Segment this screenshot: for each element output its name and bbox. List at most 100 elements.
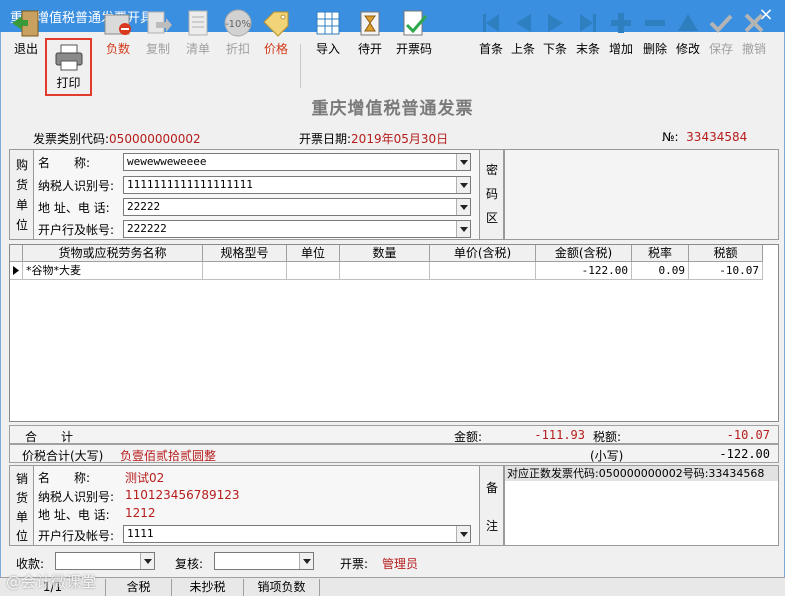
price-tax-total-row: 价税合计(大写) 负壹佰贰拾贰圆整 (小写) -122.00 — [9, 444, 779, 463]
table-cell-qty[interactable] — [340, 262, 430, 280]
discount-button[interactable]: -10% 折扣 — [218, 6, 258, 62]
seller-bank-label: 开户行及帐号: — [38, 529, 115, 543]
last-record-icon — [580, 14, 596, 32]
printer-icon — [55, 44, 82, 71]
cipher-char: 密 — [485, 163, 498, 177]
seller-name-value: 测试02 — [125, 471, 165, 485]
cross-icon — [744, 13, 764, 33]
remark-char: 备 — [485, 481, 498, 495]
column-header[interactable]: 货物或应税劳务名称 — [23, 245, 203, 262]
table-cell-unit[interactable] — [287, 262, 340, 280]
import-button[interactable]: 导入 — [308, 6, 348, 62]
total-amount-value: -111.93 — [534, 428, 585, 442]
invoice-code-label: 开票码 — [395, 42, 432, 56]
table-cell-spec[interactable] — [203, 262, 287, 280]
buyer-name-label: 名 称: — [38, 156, 91, 170]
invoice-date-value: 2019年05月30日 — [351, 132, 449, 146]
seller-bank-value: 1111 — [127, 527, 154, 540]
buyer-section-char: 购 — [15, 158, 28, 172]
total-words-label: 价税合计(大写) — [22, 449, 104, 463]
buyer-addr-field[interactable]: 22222 — [123, 198, 471, 216]
watermark: @会计微课堂 — [6, 573, 97, 591]
triangle-up-icon — [678, 14, 698, 31]
column-header[interactable]: 单价(含税) — [430, 245, 536, 262]
exit-label: 退出 — [13, 42, 38, 56]
status-tab-negative-sales[interactable]: 销项负数 — [244, 579, 320, 596]
buyer-section-char: 单 — [15, 198, 28, 212]
table-cell-price[interactable] — [430, 262, 536, 280]
buyer-bank-value: 222222 — [127, 222, 167, 235]
table-cell-amount[interactable]: -122.00 — [536, 262, 632, 280]
buyer-addr-label: 地 址、电 话: — [38, 201, 110, 215]
price-button[interactable]: 价格 — [256, 6, 296, 62]
reviewer-select[interactable] — [214, 552, 314, 570]
cipher-area — [504, 149, 779, 240]
status-bar: 1/1 含税 未抄税 销项负数 — [0, 577, 785, 596]
goods-table[interactable]: 货物或应税劳务名称 规格型号 单位 数量 单价(含税) 金额(含税) 税率 税额… — [9, 244, 779, 422]
payee-select[interactable] — [55, 552, 155, 570]
exit-button[interactable]: 退出 — [6, 6, 46, 62]
status-tab-tax-inclusive[interactable]: 含税 — [106, 579, 172, 596]
column-header[interactable]: 税率 — [632, 245, 689, 262]
import-label: 导入 — [315, 42, 340, 56]
print-button[interactable]: 打印 — [45, 38, 92, 96]
payee-label: 收款: — [16, 557, 45, 571]
minus-icon — [645, 20, 665, 26]
copy-button[interactable]: 复制 — [138, 6, 178, 62]
chevron-down-icon[interactable] — [456, 177, 470, 193]
total-words-value: 负壹佰贰拾贰圆整 — [120, 449, 217, 463]
column-header[interactable]: 金额(含税) — [536, 245, 632, 262]
status-tab-not-copied[interactable]: 未抄税 — [172, 579, 244, 596]
toolbar-separator — [300, 44, 301, 88]
invoice-code-button[interactable]: 开票码 — [392, 6, 436, 62]
row-indicator-icon[interactable] — [10, 262, 23, 280]
negative-label: 负数 — [105, 42, 130, 56]
column-header[interactable]: 税额 — [689, 245, 763, 262]
chevron-down-icon[interactable] — [140, 553, 154, 569]
pending-button[interactable]: 待开 — [350, 6, 390, 62]
pending-label: 待开 — [357, 42, 382, 56]
chevron-down-icon[interactable] — [456, 221, 470, 237]
folder-minus-icon — [104, 14, 131, 35]
seller-addr-label: 地 址、电 话: — [38, 508, 110, 522]
invoice-number: №: 33434584 — [662, 130, 747, 144]
cipher-char: 码 — [485, 187, 498, 201]
copy-icon — [147, 11, 172, 34]
plus-icon — [611, 13, 631, 33]
import-table-icon — [316, 11, 340, 35]
invoice-number-value: 33434584 — [686, 130, 748, 144]
category-code-label: 发票类别代码: — [33, 132, 110, 146]
seller-section-char: 位 — [15, 529, 28, 543]
chevron-down-icon[interactable] — [456, 154, 470, 170]
column-header[interactable]: 规格型号 — [203, 245, 287, 262]
negative-button[interactable]: 负数 — [98, 6, 138, 62]
seller-tax-label: 纳税人识别号: — [38, 490, 115, 504]
buyer-bank-field[interactable]: 222222 — [123, 220, 471, 238]
remark-area[interactable]: 对应正数发票代码:050000000002号码:33434568 — [504, 465, 779, 546]
list-button[interactable]: 清单 — [178, 6, 218, 62]
column-header[interactable]: 数量 — [340, 245, 430, 262]
chevron-down-icon[interactable] — [456, 199, 470, 215]
remark-char: 注 — [485, 519, 498, 533]
totals-row: 合 计 金额: -111.93 税额: -10.07 — [9, 425, 779, 444]
total-amount-label: 金额: — [454, 430, 483, 444]
buyer-name-field[interactable]: wewewweweeee — [123, 153, 471, 171]
reviewer-label: 复核: — [175, 557, 204, 571]
buyer-section-char: 货 — [15, 178, 28, 192]
invoice-title: 重庆增值税普通发票 — [311, 99, 474, 119]
seller-section-char: 单 — [15, 510, 28, 524]
chevron-down-icon[interactable] — [299, 553, 313, 569]
column-header[interactable]: 单位 — [287, 245, 340, 262]
buyer-tax-field[interactable]: 1111111111111111111 — [123, 176, 471, 194]
print-label: 打印 — [56, 76, 81, 90]
table-cell-rate[interactable]: 0.09 — [632, 262, 689, 280]
chevron-down-icon[interactable] — [456, 526, 470, 542]
table-cell-name[interactable]: *谷物*大麦 — [23, 262, 203, 280]
undo-button[interactable]: 撤销 — [734, 6, 774, 62]
seller-addr-value: 1212 — [125, 506, 156, 520]
total-tax-value: -10.07 — [726, 428, 770, 442]
table-cell-tax[interactable]: -10.07 — [689, 262, 763, 280]
buyer-section-char: 位 — [15, 218, 28, 232]
price-tag-icon — [263, 11, 289, 37]
seller-bank-field[interactable]: 1111 — [123, 525, 471, 543]
